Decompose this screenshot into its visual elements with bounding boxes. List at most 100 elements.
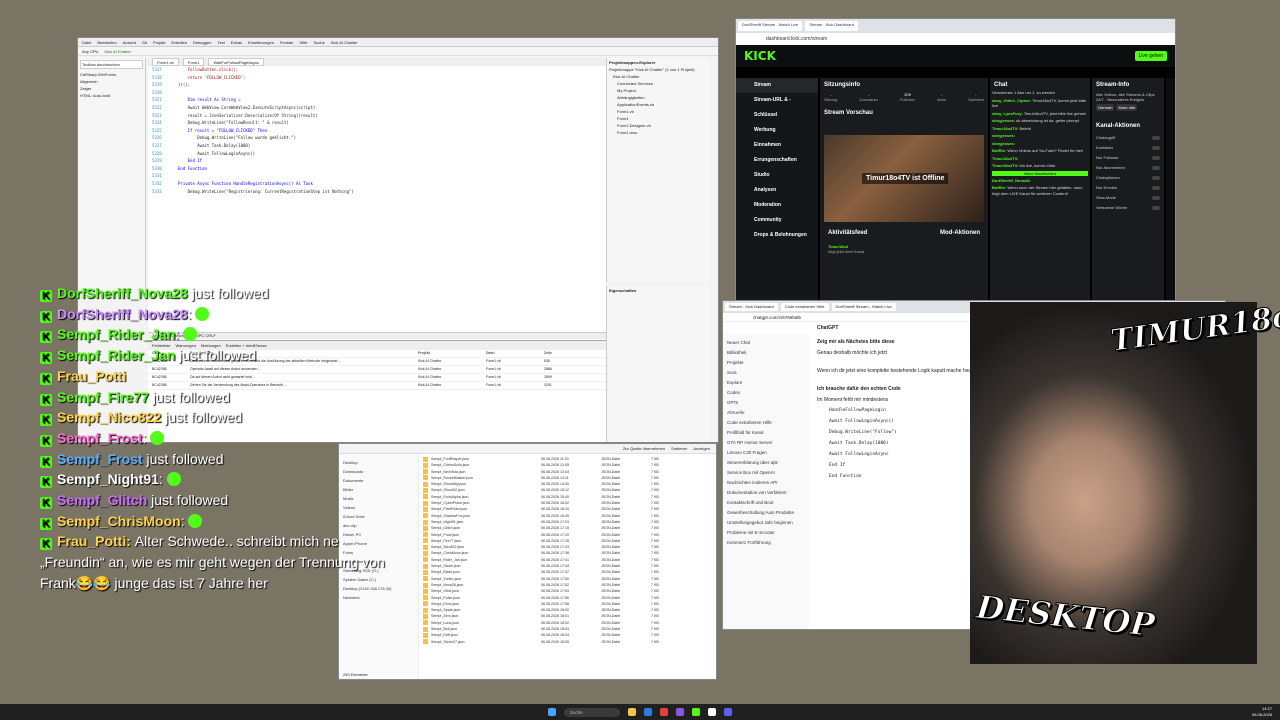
obs-icon[interactable] <box>708 708 716 716</box>
code-line[interactable]: 5327 Await Task.Delay(1000) <box>152 142 606 150</box>
code-line[interactable]: 5322 Await WebView.CoreWebView2.ExecuteS… <box>152 104 606 112</box>
channel-action[interactable]: Slow-Mode <box>1092 193 1164 203</box>
menu-item[interactable]: Erstellen <box>171 40 187 45</box>
browser-tab[interactable]: Code extrahieren Hilfe <box>780 303 829 311</box>
channel-action[interactable]: Nur Abonnenten <box>1092 163 1164 173</box>
address-bar[interactable]: dashboard.kick.com/stream <box>736 33 1175 45</box>
start-debug-button[interactable]: Kick AI Chatter <box>104 49 130 54</box>
channel-action[interactable]: Chatoptionen <box>1092 173 1164 183</box>
solution-item[interactable]: Form1 <box>609 116 708 121</box>
sidebar-item[interactable]: Bibliothek <box>727 348 805 358</box>
sidebar-item[interactable]: Code extrahieren Hilfe <box>727 418 805 428</box>
code-line[interactable]: 5328 Await FollowLoginAsync() <box>152 150 606 158</box>
nav-pane-item[interactable]: Netzwerk <box>343 593 414 602</box>
sidebar-item[interactable]: Nachrichten imitieren API <box>727 478 805 488</box>
chat-user[interactable]: Timur18o4TV: <box>992 156 1018 161</box>
code-line[interactable]: 5319})(); <box>152 81 606 89</box>
start-icon[interactable] <box>548 708 556 716</box>
new-messages-banner[interactable]: Neue Nachrichten <box>992 170 1088 176</box>
toggle-icon[interactable] <box>1152 156 1160 160</box>
toggle-icon[interactable] <box>1152 176 1160 180</box>
solution-item[interactable]: Form1.resx <box>609 130 708 135</box>
menu-item[interactable]: Git <box>142 40 147 45</box>
menu-item[interactable]: Debuggen <box>193 40 211 45</box>
taskbar-search[interactable]: Suche <box>564 707 620 717</box>
platform-select[interactable]: Any CPU <box>82 49 98 54</box>
toggle-icon[interactable] <box>1152 146 1160 150</box>
sidebar-item[interactable]: Neuer Chat <box>727 338 805 348</box>
sidebar-item[interactable]: Service Box mit OpenAI <box>727 468 805 478</box>
toolbox-item[interactable]: HTML: Auto-bold <box>80 93 143 98</box>
explorer-toolbar-button[interactable]: Zur Quelle übernehmen <box>623 446 665 451</box>
chatgpt-title[interactable]: ChatGPT <box>817 325 838 331</box>
toggle-icon[interactable] <box>1152 166 1160 170</box>
menu-item[interactable]: Projekt <box>153 40 165 45</box>
stream-preview[interactable]: Timur18o4TV ist Offline <box>824 135 984 222</box>
solution-item[interactable]: My Project <box>609 88 708 93</box>
solution-item[interactable]: Form1.Designer.vb <box>609 123 708 128</box>
toggle-icon[interactable] <box>1152 196 1160 200</box>
code-line[interactable]: 5330 End Function <box>152 165 606 173</box>
toolbox-item[interactable]: CefSharp.WinForms <box>80 72 143 77</box>
channel-action[interactable]: Nur Emotes <box>1092 183 1164 193</box>
code-line[interactable]: 5332 Private Async Function HandleRegistr… <box>152 180 606 188</box>
visual-studio-icon[interactable] <box>676 708 684 716</box>
chat-user[interactable]: Timur18o4TV: <box>992 126 1020 131</box>
solution-item[interactable]: ApplicationEvents.vb <box>609 102 708 107</box>
chat-user[interactable]: sbnyjesses: <box>992 141 1015 146</box>
nav-item[interactable]: Analysen <box>736 183 818 198</box>
code-line[interactable]: 5321 Dim result As String = <box>152 96 606 104</box>
sidebar-item[interactable]: Dokumentation von Verfahren <box>727 488 805 498</box>
nav-item[interactable]: Stream <box>736 78 818 93</box>
chat-user[interactable]: BotRix: <box>992 185 1007 190</box>
error-col-header[interactable]: Datei <box>486 350 536 357</box>
nav-item[interactable]: Einnahmen <box>736 138 818 153</box>
chat-user[interactable]: sbny_Glitch_Cipher: <box>992 98 1032 103</box>
code-line[interactable]: 5329 End If <box>152 157 606 165</box>
nav-item[interactable]: Stream-URL & -Schlüssel <box>736 93 818 123</box>
taskbar-clock[interactable]: 14:27 06.08.2026 <box>1252 706 1272 717</box>
explorer-toolbar-button[interactable]: Anzeigen <box>693 446 710 451</box>
nav-item[interactable]: Community <box>736 213 818 228</box>
browser-tab[interactable]: Stream - Kick Dashboard <box>725 303 778 311</box>
sidebar-item[interactable]: Codex <box>727 388 805 398</box>
editor-tab[interactable]: Form1 <box>182 58 205 66</box>
sidebar-item[interactable]: Profilbild für Kanal <box>727 428 805 438</box>
menu-item[interactable]: Datei <box>82 40 91 45</box>
sidebar-item[interactable]: Gewerbeschaltung Auto Produkte <box>727 508 805 518</box>
chat-user[interactable]: DorfSheriff_Nova28: <box>992 178 1031 183</box>
sidebar-item[interactable]: Probleme mit E-Scooter <box>727 528 805 538</box>
code-line[interactable]: 5323 result = JsonSerializer.Deserialize… <box>152 112 606 120</box>
menu-item[interactable]: Suche <box>314 40 325 45</box>
sidebar-item[interactable]: Projekte <box>727 358 805 368</box>
kick-logo[interactable]: KICK <box>744 49 776 63</box>
channel-action[interactable]: Nur Follower <box>1092 153 1164 163</box>
go-live-button[interactable]: Live gehen <box>1134 51 1167 61</box>
toolbox-search[interactable]: Toolbox durchsuchen <box>80 60 143 69</box>
code-line[interactable]: 5326 Debug.WriteLine("Follow wurde gekli… <box>152 134 606 142</box>
code-line[interactable]: 5331 <box>152 172 606 180</box>
menu-item[interactable]: Fenster <box>280 40 294 45</box>
browser-tab[interactable]: DorfSheriff Stream - Watch Live <box>831 303 896 311</box>
channel-action[interactable]: Kontakter <box>1092 143 1164 153</box>
menu-item[interactable]: Test <box>217 40 224 45</box>
code-line[interactable]: 5325 If result = "FOLLOW_CLICKED" Then <box>152 127 606 135</box>
editor-tab[interactable]: WaitForFollowPageAsync <box>208 58 265 66</box>
menu-item[interactable]: Ansicht <box>123 40 136 45</box>
nav-item[interactable]: Moderation <box>736 198 818 213</box>
sidebar-item[interactable]: GTA RP Humor Server <box>727 438 805 448</box>
tag-badge[interactable]: German <box>1096 104 1115 111</box>
channel-action[interactable]: Verbotene Wörter <box>1092 203 1164 213</box>
discord-icon[interactable] <box>724 708 732 716</box>
kick-dashboard-window[interactable]: DorfSheriff Stream - Watch Live Stream -… <box>735 18 1176 301</box>
solution-item[interactable]: Projektmappe "Kick AI Chatter" (1 von 1 … <box>609 67 708 72</box>
explorer-toolbar-button[interactable]: Sortieren <box>671 446 687 451</box>
folder-icon[interactable] <box>628 708 636 716</box>
menu-item[interactable]: Extras <box>231 40 242 45</box>
tag-badge[interactable]: More Info <box>1116 104 1138 111</box>
error-col-header[interactable]: Zeile <box>544 350 574 357</box>
sidebar-item[interactable]: Kontaktschrift und Boot <box>727 498 805 508</box>
kick-icon[interactable] <box>692 708 700 716</box>
nav-item[interactable]: Errungenschaften <box>736 153 818 168</box>
sidebar-item[interactable]: GPTs <box>727 398 805 408</box>
